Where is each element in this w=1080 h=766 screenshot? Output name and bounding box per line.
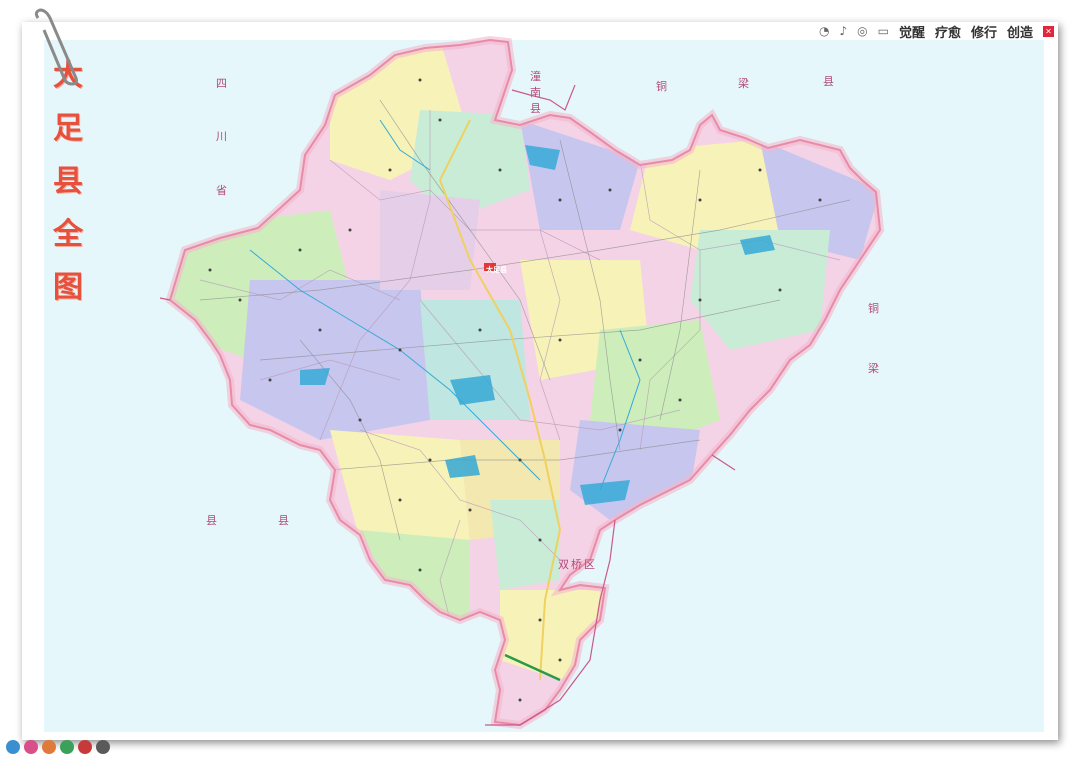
top-bar: ◔ ♪ ◎ ▭ 觉醒 疗愈 修行 创造 ✕ xyxy=(819,20,1054,42)
neighbor-label: 潼 xyxy=(530,70,541,83)
neighbor-label: 梁 xyxy=(868,362,879,375)
slogan-word: 疗愈 xyxy=(934,25,961,41)
sun-icon xyxy=(78,740,92,754)
neighbor-label: 铜 xyxy=(656,80,667,93)
neighbor-label: 川 xyxy=(216,130,227,143)
neighbor-label: 四 xyxy=(216,77,227,90)
bottom-decoration xyxy=(6,740,110,754)
neighbor-label: 铜 xyxy=(868,302,879,315)
neighbor-label: 梁 xyxy=(738,77,749,90)
eye-icon xyxy=(96,740,110,754)
weibo-icon[interactable]: ◎ xyxy=(857,24,867,38)
title-char: 图 xyxy=(53,270,83,305)
neighbor-label: 县 xyxy=(530,102,541,115)
person-icon xyxy=(6,740,20,754)
neighbor-label: 省 xyxy=(216,184,227,197)
neighbor-label: 县 xyxy=(823,75,834,88)
paperclip-icon xyxy=(34,8,78,86)
flower-icon xyxy=(42,740,56,754)
heart-icon xyxy=(24,740,38,754)
slogan-word: 觉醒 xyxy=(898,25,925,41)
brand-badge-icon: ✕ xyxy=(1043,25,1054,37)
county-seat-label: 大足县 xyxy=(486,265,507,274)
map-title: 大 足 县 全 图 xyxy=(50,50,86,306)
neighbor-label: 县 xyxy=(278,514,289,527)
title-char: 足 xyxy=(53,111,83,146)
leaf-icon xyxy=(60,740,74,754)
slogan-word: 创造 xyxy=(1006,25,1033,41)
district-label: 双桥区 xyxy=(558,558,597,571)
tiktok-icon[interactable]: ♪ xyxy=(839,24,847,38)
title-char: 县 xyxy=(53,164,83,199)
bilibili-icon[interactable]: ▭ xyxy=(878,24,889,38)
slogan-word: 修行 xyxy=(970,25,997,41)
wechat-icon[interactable]: ◔ xyxy=(819,24,829,38)
title-char: 全 xyxy=(53,217,83,252)
neighbor-label: 县 xyxy=(206,514,217,527)
neighbor-label: 南 xyxy=(530,86,541,99)
